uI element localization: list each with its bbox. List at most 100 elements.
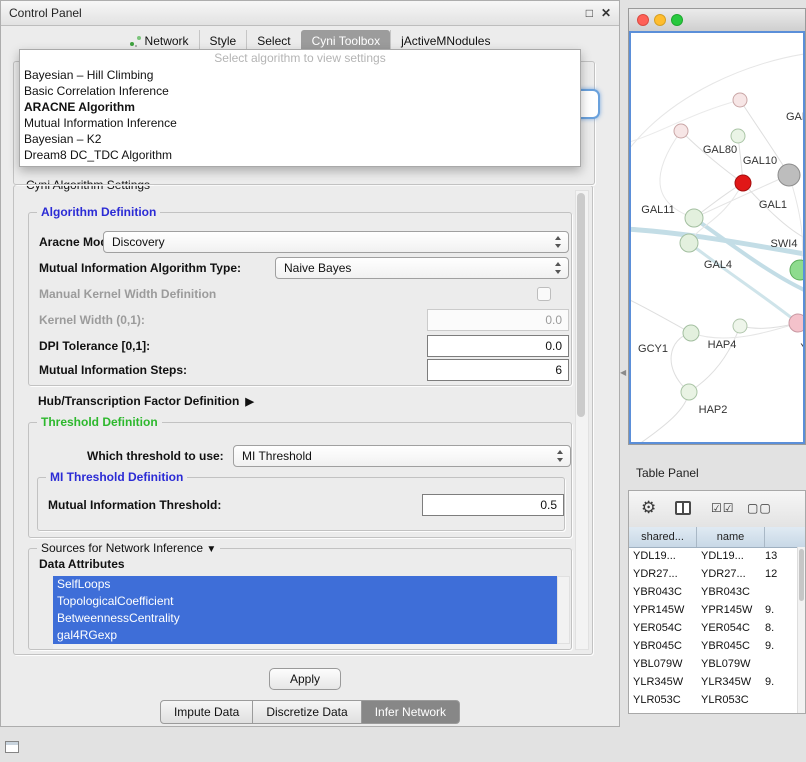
algorithm-option[interactable]: Bayesian – K2 [20, 131, 580, 147]
table-row[interactable]: YLR345WYLR345W9. [629, 673, 797, 691]
network-edge[interactable] [631, 392, 689, 444]
sources-group: Sources for Network Inference ▼ Data Att… [28, 548, 572, 650]
table-header-row: shared...name [629, 527, 805, 548]
table-cell: 9. [761, 673, 797, 691]
network-node[interactable] [681, 384, 697, 400]
table-cell: YLR345W [629, 673, 697, 691]
table-cell: YDR27... [697, 565, 761, 583]
table-row[interactable]: YBR045CYBR045C9. [629, 637, 797, 655]
column-header[interactable]: name [697, 527, 765, 547]
network-node[interactable] [731, 129, 745, 143]
control-panel-window: Control Panel □ ✕ NetworkStyleSelectCyni… [0, 0, 620, 727]
node-label: GAL11 [641, 204, 674, 216]
hub-definition-toggle[interactable]: Hub/Transcription Factor Definition▶ [38, 394, 254, 408]
bottom-tab-discretize-data[interactable]: Discretize Data [252, 700, 361, 724]
algorithm-definition-title: Algorithm Definition [37, 205, 160, 219]
table-row[interactable]: YDL19...YDL19...13 [629, 547, 797, 565]
mi-type-select[interactable]: Naive Bayes [275, 257, 569, 279]
attribute-item[interactable]: SelfLoops [53, 576, 557, 593]
which-threshold-select[interactable]: MI Threshold [233, 445, 571, 467]
algorithm-option[interactable]: ARACNE Algorithm [20, 99, 580, 115]
kernel-width-field[interactable]: 0.0 [427, 309, 569, 331]
table-row[interactable]: YDR27...YDR27...12 [629, 565, 797, 583]
network-node[interactable] [685, 209, 703, 227]
deselect-all-icon[interactable]: ▢▢ [747, 501, 772, 515]
attributes-hscrollbar[interactable] [53, 644, 570, 649]
table-cell: YER054C [629, 619, 697, 637]
table-row[interactable]: YBR043CYBR043C [629, 583, 797, 601]
network-node[interactable] [733, 93, 747, 107]
divider-collapse-icon[interactable]: ◀ [620, 368, 626, 377]
network-node[interactable] [683, 325, 699, 341]
mi-threshold-field[interactable]: 0.5 [422, 494, 564, 516]
column-header[interactable]: shared... [629, 527, 697, 547]
network-node[interactable] [790, 260, 805, 280]
bottom-tab-infer-network[interactable]: Infer Network [361, 700, 460, 724]
network-edge[interactable] [631, 298, 691, 333]
manual-kernel-label: Manual Kernel Width Definition [39, 283, 216, 305]
settings-scrollbar[interactable] [575, 190, 589, 650]
mac-minimize-button[interactable] [654, 14, 666, 26]
network-node[interactable] [789, 314, 805, 332]
table-row[interactable]: YPR145WYPR145W9. [629, 601, 797, 619]
network-node[interactable] [778, 164, 800, 186]
network-edge[interactable] [631, 53, 805, 153]
table-row[interactable]: YER054CYER054C8. [629, 619, 797, 637]
mac-close-button[interactable] [637, 14, 649, 26]
apply-button[interactable]: Apply [269, 668, 341, 690]
node-label: GAL10 [743, 155, 777, 167]
node-label: GAL [786, 111, 805, 123]
algorithm-option[interactable]: Bayesian – Hill Climbing [20, 67, 580, 83]
table-scrollbar[interactable] [797, 547, 805, 713]
attribute-item[interactable]: gal4RGexp [53, 627, 557, 644]
network-node[interactable] [674, 124, 688, 138]
dpi-tolerance-field[interactable]: 0.0 [427, 335, 569, 357]
bottom-tabs: Impute DataDiscretize DataInfer Network [1, 700, 619, 724]
node-label: GAL4 [704, 259, 732, 271]
which-threshold-label: Which threshold to use: [87, 445, 224, 467]
network-node[interactable] [735, 175, 751, 191]
table-scrollbar-thumb[interactable] [799, 549, 804, 601]
settings-scrollbar-thumb[interactable] [577, 193, 585, 417]
minimized-window-icon[interactable] [5, 741, 19, 753]
network-edge[interactable] [694, 218, 805, 293]
columns-icon[interactable] [675, 501, 691, 515]
sources-title-text: Sources for Network Inference [41, 541, 203, 555]
select-all-icon[interactable]: ☑☑ [711, 501, 735, 515]
aracne-mode-value: Discovery [112, 235, 165, 249]
network-node[interactable] [733, 319, 747, 333]
sources-title[interactable]: Sources for Network Inference ▼ [37, 541, 220, 555]
close-icon[interactable]: ✕ [601, 1, 611, 25]
algorithm-option[interactable]: Basic Correlation Inference [20, 83, 580, 99]
mi-steps-field[interactable]: 6 [427, 359, 569, 381]
node-label: Y [800, 342, 805, 354]
table-toolbar: ⚙ ☑☑ ▢▢ [629, 491, 805, 528]
table-row[interactable]: YBL079WYBL079W [629, 655, 797, 673]
table-cell: YER054C [697, 619, 761, 637]
table-panel-window: ⚙ ☑☑ ▢▢ shared...name YDL19...YDL19...13… [628, 490, 806, 714]
network-view-window: GAL80GAL10GAL1GAL11SWI4GAL4GCY1HAP4HAP2G… [628, 8, 806, 445]
mac-zoom-button[interactable] [671, 14, 683, 26]
table-cell: YBL079W [629, 655, 697, 673]
mi-threshold-group: MI Threshold Definition Mutual Informati… [37, 477, 565, 531]
table-cell: YBR043C [697, 583, 761, 601]
network-edge[interactable] [671, 333, 691, 392]
attribute-item[interactable]: TopologicalCoefficient [53, 593, 557, 610]
algorithm-dropdown-popup: Select algorithm to view settings Bayesi… [19, 49, 581, 167]
attributes-scrollbar[interactable] [557, 576, 570, 644]
attribute-item[interactable]: BetweennessCentrality [53, 610, 557, 627]
mi-threshold-label: Mutual Information Threshold: [48, 494, 221, 516]
bottom-tab-impute-data[interactable]: Impute Data [160, 700, 253, 724]
float-window-icon[interactable]: □ [586, 1, 593, 25]
column-header[interactable] [765, 527, 805, 547]
gear-icon[interactable]: ⚙ [641, 498, 656, 518]
aracne-mode-select[interactable]: Discovery [103, 231, 569, 253]
network-node[interactable] [680, 234, 698, 252]
manual-kernel-checkbox[interactable] [537, 287, 551, 301]
table-row[interactable]: YLR053CYLR053C [629, 691, 797, 709]
node-label: HAP4 [708, 339, 737, 351]
dropdown-placeholder: Select algorithm to view settings [20, 50, 580, 67]
algorithm-option[interactable]: Dream8 DC_TDC Algorithm [20, 147, 580, 163]
algorithm-option[interactable]: Mutual Information Inference [20, 115, 580, 131]
network-canvas[interactable]: GAL80GAL10GAL1GAL11SWI4GAL4GCY1HAP4HAP2G… [629, 31, 805, 444]
